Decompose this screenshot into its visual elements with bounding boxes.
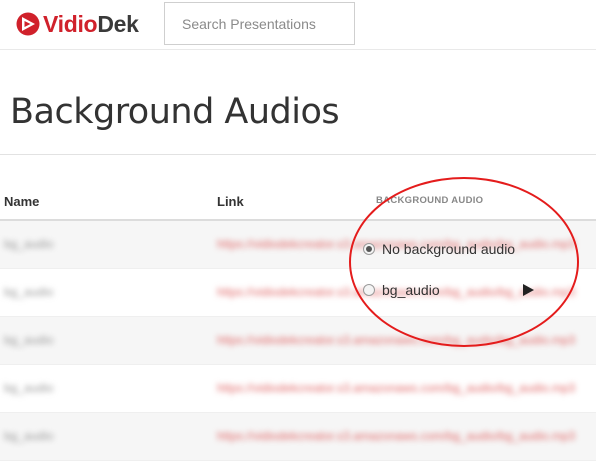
column-header-background-audio: BACKGROUND AUDIO — [376, 195, 484, 206]
row-link[interactable]: https://vidiodekcreator.s3.amazonaws.com… — [217, 381, 596, 395]
vidiodek-logo[interactable]: VidioDek — [16, 9, 139, 39]
page-title: Background Audios — [10, 92, 340, 132]
title-divider — [0, 154, 596, 155]
radio-label-bg-audio: bg_audio — [382, 282, 440, 298]
table-row: bg_audio https://vidiodekcreator.s3.amaz… — [0, 269, 596, 317]
radio-option-bg-audio[interactable]: bg_audio — [363, 282, 440, 298]
logo-text-dek: Dek — [97, 10, 139, 37]
logo-text-vidio: Vidio — [43, 10, 98, 37]
logo-play-icon — [16, 12, 40, 36]
table-row: bg_audio https://vidiodekcreator.s3.amaz… — [0, 365, 596, 413]
radio-button-selected[interactable] — [363, 243, 375, 255]
radio-label-no-background-audio: No background audio — [382, 241, 516, 257]
play-icon[interactable] — [521, 283, 535, 297]
radio-option-no-background-audio[interactable]: No background audio — [363, 241, 515, 257]
table-row: bg_audio https://vidiodekcreator.s3.amaz… — [0, 413, 596, 461]
row-name: bg_audio — [4, 285, 54, 299]
column-header-link: Link — [217, 194, 244, 209]
row-name: bg_audio — [4, 333, 54, 347]
radio-button-unselected[interactable] — [363, 284, 375, 296]
row-name: bg_audio — [4, 429, 54, 443]
logo-text: VidioDek — [43, 11, 139, 38]
row-link[interactable]: https://vidiodekcreator.s3.amazonaws.com… — [217, 333, 596, 347]
search-input[interactable] — [164, 2, 355, 45]
row-link[interactable]: https://vidiodekcreator.s3.amazonaws.com… — [217, 429, 596, 443]
table-row: bg_audio https://vidiodekcreator.s3.amaz… — [0, 317, 596, 365]
row-name: bg_audio — [4, 381, 54, 395]
column-header-name: Name — [4, 194, 40, 209]
top-header: VidioDek — [0, 0, 596, 50]
row-name: bg_audio — [4, 237, 54, 251]
